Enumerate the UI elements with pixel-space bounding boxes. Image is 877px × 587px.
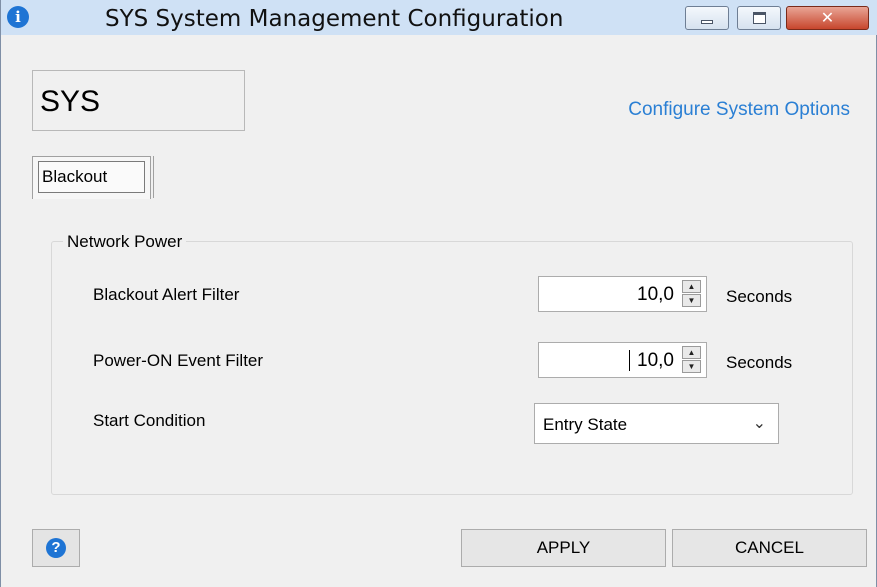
help-button[interactable]: ? xyxy=(32,529,80,567)
chevron-down-icon: ⌄ xyxy=(752,413,766,432)
tab-blackout-label: Blackout xyxy=(38,161,145,193)
spin-up-icon[interactable]: ▲ xyxy=(682,280,701,293)
power-on-event-filter-label: Power-ON Event Filter xyxy=(93,351,264,370)
title-bar[interactable]: i SYS System Management Configuration ✕ xyxy=(1,0,877,35)
apply-button[interactable]: APPLY xyxy=(461,529,666,567)
minimize-icon xyxy=(701,20,713,24)
spin-down-icon[interactable]: ▼ xyxy=(682,360,701,373)
blackout-alert-filter-unit: Seconds xyxy=(726,287,793,306)
minimize-button[interactable] xyxy=(685,6,729,30)
maximize-button[interactable] xyxy=(737,6,781,30)
power-on-event-filter-spinner[interactable]: ▲ ▼ xyxy=(679,346,705,374)
tab-strip-divider xyxy=(153,156,154,198)
help-icon: ? xyxy=(46,538,66,558)
text-cursor xyxy=(629,350,630,371)
start-condition-label: Start Condition xyxy=(93,411,206,430)
spin-up-icon[interactable]: ▲ xyxy=(682,346,701,359)
window-title: SYS System Management Configuration xyxy=(105,6,564,32)
start-condition-value: Entry State xyxy=(543,415,628,434)
power-on-event-filter-input[interactable]: 10,0 ▲ ▼ xyxy=(538,342,707,378)
power-on-event-filter-value: 10,0 xyxy=(637,350,674,371)
maximize-icon xyxy=(753,12,766,24)
module-label-box: SYS xyxy=(32,70,245,131)
blackout-alert-filter-label: Blackout Alert Filter xyxy=(93,285,240,304)
group-title: Network Power xyxy=(63,232,187,252)
cancel-button[interactable]: CANCEL xyxy=(672,529,867,567)
configure-system-options-link[interactable]: Configure System Options xyxy=(628,99,850,121)
blackout-alert-filter-spinner[interactable]: ▲ ▼ xyxy=(679,280,705,308)
info-icon: i xyxy=(7,6,29,28)
tab-blackout[interactable]: Blackout xyxy=(32,156,151,199)
module-label: SYS xyxy=(40,85,101,118)
power-on-event-filter-unit: Seconds xyxy=(726,353,793,372)
config-window: i SYS System Management Configuration ✕ … xyxy=(0,0,877,587)
blackout-alert-filter-input[interactable]: 10,0 ▲ ▼ xyxy=(538,276,707,312)
close-button[interactable]: ✕ xyxy=(786,6,869,30)
start-condition-select[interactable]: Entry State ⌄ xyxy=(534,403,779,444)
spin-down-icon[interactable]: ▼ xyxy=(682,294,701,307)
close-icon: ✕ xyxy=(820,8,835,27)
blackout-alert-filter-value: 10,0 xyxy=(637,284,674,305)
